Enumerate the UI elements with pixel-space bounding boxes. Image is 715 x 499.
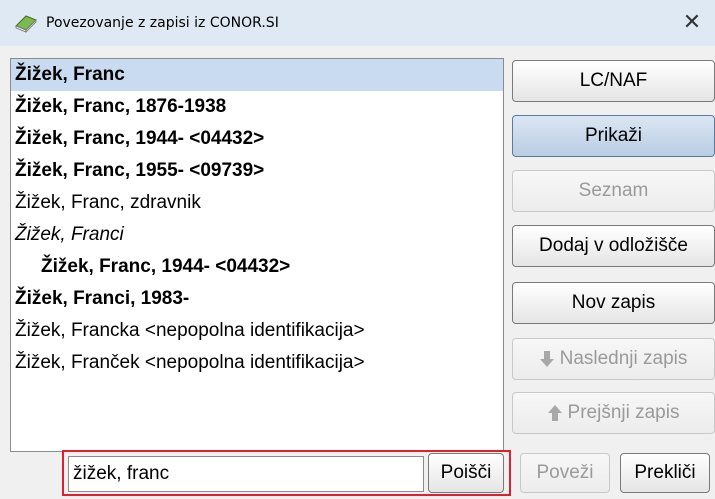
add-to-clipboard-button[interactable]: Dodaj v odložišče	[512, 225, 715, 267]
close-icon[interactable]: ✕	[679, 10, 705, 36]
search-button[interactable]: Poišči	[428, 453, 504, 493]
cancel-button[interactable]: Prekliči	[620, 453, 710, 493]
link-button[interactable]: Poveži	[520, 453, 610, 493]
list-item[interactable]: Žižek, Francka <nepopolna identifikacija…	[11, 315, 503, 347]
list-item[interactable]: Žižek, Franci, 1983-	[11, 283, 503, 315]
new-record-button[interactable]: Nov zapis	[512, 282, 715, 324]
list-item[interactable]: Žižek, Franc, 1876-1938	[11, 91, 503, 123]
list-item[interactable]: Žižek, Franc, 1944- <04432>	[11, 251, 503, 283]
next-record-label: Naslednji zapis	[559, 348, 688, 369]
arrow-down-icon	[539, 351, 554, 367]
previous-record-label: Prejšnji zapis	[567, 402, 680, 423]
list-item[interactable]: Žižek, Franci	[11, 219, 503, 251]
show-button[interactable]: Prikaži	[512, 115, 715, 157]
list-item[interactable]: Žižek, Franc, 1944- <04432>	[11, 123, 503, 155]
list-item[interactable]: Žižek, Franc, zdravnik	[11, 187, 503, 219]
list-item[interactable]: Žižek, Franc, 1955- <09739>	[11, 155, 503, 187]
list-item[interactable]: Žižek, Franc	[11, 59, 503, 91]
window-title: Povezovanje z zapisi iz CONOR.SI	[46, 15, 279, 31]
book-icon	[14, 11, 38, 35]
list-item[interactable]: Žižek, Franček <nepopolna identifikacija…	[11, 347, 503, 379]
arrow-up-icon	[547, 405, 562, 421]
search-input[interactable]: žižek, franc	[68, 456, 424, 492]
lcnaf-button[interactable]: LC/NAF	[512, 60, 715, 102]
list-button[interactable]: Seznam	[512, 170, 715, 212]
next-record-button[interactable]: Naslednji zapis	[512, 338, 715, 380]
previous-record-button[interactable]: Prejšnji zapis	[512, 392, 715, 434]
results-list[interactable]: Žižek, Franc Žižek, Franc, 1876-1938 Žiž…	[10, 58, 504, 452]
title-bar: Povezovanje z zapisi iz CONOR.SI ✕	[0, 0, 715, 46]
